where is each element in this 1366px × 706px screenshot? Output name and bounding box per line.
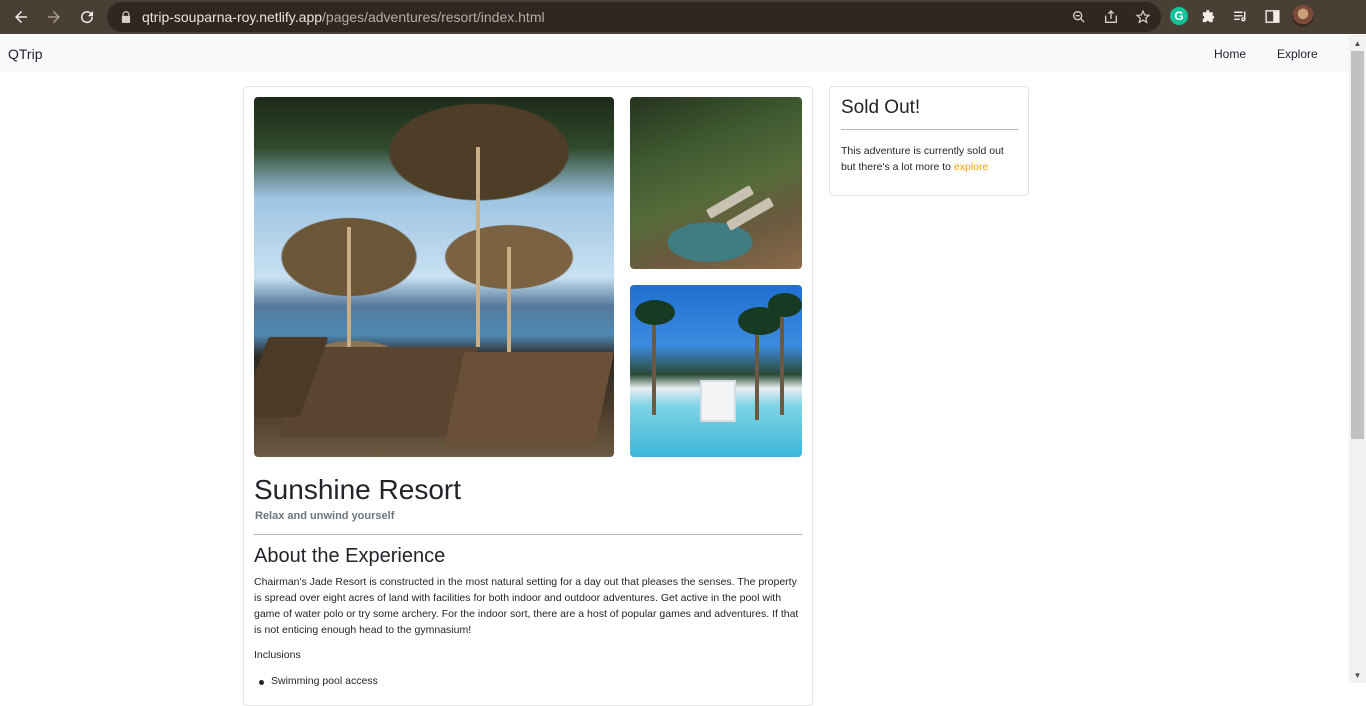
inclusions-heading: Inclusions <box>254 649 301 661</box>
side-panel-icon[interactable] <box>1260 4 1284 28</box>
browser-toolbar: qtrip-souparna-roy.netlify.app/pages/adv… <box>0 0 1366 34</box>
reload-icon[interactable] <box>72 2 102 32</box>
url-path: /pages/adventures/resort/index.html <box>322 9 545 25</box>
inclusion-item: Swimming pool access <box>271 675 378 687</box>
grammarly-icon[interactable]: G <box>1170 7 1188 25</box>
about-heading: About the Experience <box>254 545 446 567</box>
adventure-photo-infinity-pool <box>630 285 802 457</box>
adventure-subtitle: Relax and unwind yourself <box>255 510 395 522</box>
url-text[interactable]: qtrip-souparna-roy.netlify.app/pages/adv… <box>142 9 545 25</box>
explore-link[interactable]: explore <box>954 161 988 173</box>
bookmark-star-icon[interactable] <box>1133 7 1153 27</box>
forward-icon[interactable] <box>39 2 69 32</box>
media-icon[interactable] <box>1228 4 1252 28</box>
extensions-icon[interactable] <box>1196 4 1220 28</box>
sold-out-message: This adventure is currently sold out but… <box>841 143 1019 175</box>
zoom-icon[interactable] <box>1069 7 1089 27</box>
nav-link-home[interactable]: Home <box>1214 47 1246 61</box>
lock-icon[interactable] <box>119 10 133 24</box>
reservation-divider <box>841 129 1018 130</box>
adventure-photo-pool-loungers <box>630 97 802 269</box>
scroll-down-arrow[interactable]: ▼ <box>1349 667 1366 683</box>
nav-link-explore[interactable]: Explore <box>1277 47 1318 61</box>
profile-avatar[interactable] <box>1292 5 1314 27</box>
brand-logo[interactable]: QTrip <box>8 46 42 62</box>
share-icon[interactable] <box>1101 7 1121 27</box>
address-bar[interactable]: qtrip-souparna-roy.netlify.app/pages/adv… <box>107 2 1161 32</box>
scroll-up-arrow[interactable]: ▲ <box>1349 35 1366 51</box>
adventure-title: Sunshine Resort <box>254 474 462 505</box>
adventure-photo-main <box>254 97 614 457</box>
adventure-description: Chairman's Jade Resort is constructed in… <box>254 576 799 636</box>
site-navbar: QTrip Home Explore <box>0 35 1349 72</box>
back-icon[interactable] <box>6 2 36 32</box>
url-host: qtrip-souparna-roy.netlify.app <box>142 9 323 25</box>
scrollbar-thumb[interactable] <box>1351 51 1364 439</box>
sold-out-title: Sold Out! <box>841 97 921 118</box>
section-divider <box>254 534 802 535</box>
